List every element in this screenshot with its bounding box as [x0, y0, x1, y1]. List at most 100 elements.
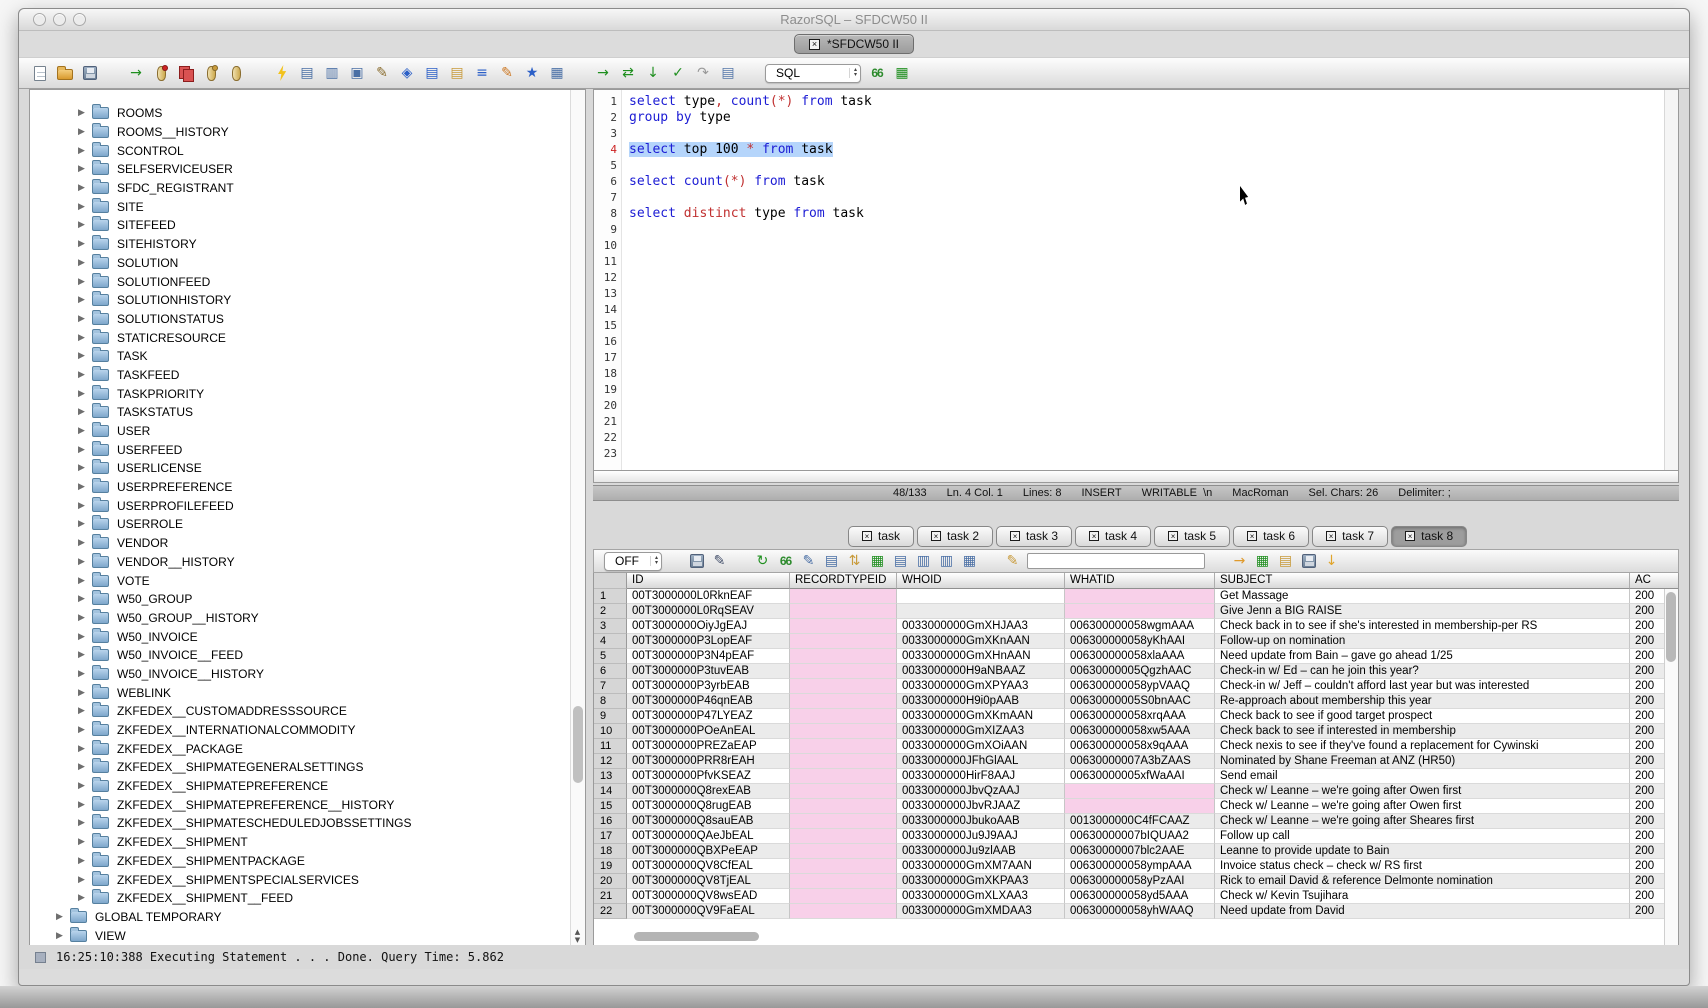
- tree-item-userpreference[interactable]: ▶USERPREFERENCE: [30, 478, 585, 497]
- edit-connection-icon[interactable]: [202, 64, 220, 82]
- cell-id[interactable]: 00T3000000OiyJgEAJ: [627, 619, 790, 634]
- cell-subject[interactable]: Re-approach about membership this year: [1215, 694, 1630, 709]
- cell-subject[interactable]: Rick to email David & reference Delmonte…: [1215, 874, 1630, 889]
- tree-item-zkfedex-shipmategeneralsettings[interactable]: ▶ZKFEDEX__SHIPMATEGENERALSETTINGS: [30, 758, 585, 777]
- results-tab-task[interactable]: ×task: [848, 526, 914, 547]
- disclosure-triangle-icon[interactable]: ▶: [78, 557, 90, 567]
- cell-id[interactable]: 00T3000000P3LopEAF: [627, 634, 790, 649]
- disclosure-triangle-icon[interactable]: ▶: [78, 650, 90, 660]
- cell-id[interactable]: 00T3000000P3yrbEAB: [627, 679, 790, 694]
- column-header-recordtypeid[interactable]: RECORDTYPEID: [790, 573, 897, 589]
- disclosure-triangle-icon[interactable]: ▶: [78, 875, 90, 885]
- cell-whatid[interactable]: 006300000058xw5AAA: [1065, 724, 1215, 739]
- cell-id[interactable]: 00T3000000L0RknEAF: [627, 589, 790, 604]
- disclosure-triangle-icon[interactable]: ▶: [78, 277, 90, 287]
- cell-recordtypeid[interactable]: [790, 739, 897, 754]
- close-tab-icon[interactable]: ×: [1326, 531, 1336, 541]
- cell-whatid[interactable]: 006300000058xlaAAA: [1065, 649, 1215, 664]
- close-tab-icon[interactable]: ×: [1168, 531, 1178, 541]
- cell-recordtypeid[interactable]: [790, 904, 897, 919]
- disclosure-triangle-icon[interactable]: ▶: [78, 669, 90, 679]
- sort-results-icon[interactable]: ⇅: [846, 553, 863, 570]
- cell-id[interactable]: 00T3000000PREZaEAP: [627, 739, 790, 754]
- generate-select-icon[interactable]: ▤: [448, 64, 466, 82]
- results-tab-task-4[interactable]: ×task 4: [1075, 526, 1151, 547]
- close-button[interactable]: [33, 13, 46, 26]
- disclosure-triangle-icon[interactable]: ▶: [78, 818, 90, 828]
- code-line[interactable]: [629, 158, 1664, 174]
- code-line[interactable]: select type, count(*) from task: [629, 94, 1664, 110]
- cell-whoid[interactable]: 0033000000GmXPYAA3: [897, 679, 1065, 694]
- results-vscrollbar[interactable]: [1664, 589, 1678, 946]
- zoom-button[interactable]: [73, 13, 86, 26]
- cell-whoid[interactable]: 0033000000GmXKPAA3: [897, 874, 1065, 889]
- code-line[interactable]: [629, 414, 1664, 430]
- tree-item-staticresource[interactable]: ▶STATICRESOURCE: [30, 328, 585, 347]
- cell-recordtypeid[interactable]: [790, 799, 897, 814]
- results-tab-task-6[interactable]: ×task 6: [1233, 526, 1309, 547]
- cell-rownum[interactable]: 13: [594, 769, 627, 784]
- results-tab-task-8[interactable]: ×task 8: [1391, 526, 1467, 547]
- tree-item-user[interactable]: ▶USER: [30, 422, 585, 441]
- tree-item-userlicense[interactable]: ▶USERLICENSE: [30, 459, 585, 478]
- cell-whatid[interactable]: 00630000005S0bnAAC: [1065, 694, 1215, 709]
- code-line[interactable]: [629, 382, 1664, 398]
- cell-whoid[interactable]: 0033000000GmXMDAA3: [897, 904, 1065, 919]
- tree-scrollbar-thumb[interactable]: [573, 706, 583, 783]
- disclosure-triangle-icon[interactable]: ▶: [78, 351, 90, 361]
- code-line[interactable]: group by type: [629, 110, 1664, 126]
- cell-rownum[interactable]: 4: [594, 634, 627, 649]
- disclosure-triangle-icon[interactable]: ▶: [78, 463, 90, 473]
- cell-subject[interactable]: Follow-up on nomination: [1215, 634, 1630, 649]
- cell-rownum[interactable]: 8: [594, 694, 627, 709]
- cell-id[interactable]: 00T3000000P3N4pEAF: [627, 649, 790, 664]
- tree-item-taskfeed[interactable]: ▶TASKFEED: [30, 366, 585, 385]
- disclosure-triangle-icon[interactable]: ▶: [78, 501, 90, 511]
- tree-item-sitehistory[interactable]: ▶SITEHISTORY: [30, 235, 585, 254]
- tree-view-icon[interactable]: ▤: [823, 553, 840, 570]
- cell-whoid[interactable]: 0033000000GmXM7AAN: [897, 859, 1065, 874]
- cell-subject[interactable]: Need update from David: [1215, 904, 1630, 919]
- execute-all-icon[interactable]: ⇄: [619, 64, 637, 82]
- code-line[interactable]: [629, 446, 1664, 462]
- cell-subject[interactable]: Check-in w/ Ed – can he join this year?: [1215, 664, 1630, 679]
- disclosure-triangle-icon[interactable]: ▶: [78, 295, 90, 305]
- redo-icon[interactable]: ↷: [694, 64, 712, 82]
- cell-whatid[interactable]: 00630000005QgzhAAC: [1065, 664, 1215, 679]
- disclosure-triangle-icon[interactable]: ▶: [78, 220, 90, 230]
- disclosure-triangle-icon[interactable]: ▶: [78, 762, 90, 772]
- cell-recordtypeid[interactable]: [790, 769, 897, 784]
- copy-results-icon[interactable]: ▥: [938, 553, 955, 570]
- tree-item-scontrol[interactable]: ▶SCONTROL: [30, 141, 585, 160]
- cell-whatid[interactable]: 00630000007bIQUAA2: [1065, 829, 1215, 844]
- cell-rownum[interactable]: 10: [594, 724, 627, 739]
- results-tab-task-3[interactable]: ×task 3: [996, 526, 1072, 547]
- cell-recordtypeid[interactable]: [790, 829, 897, 844]
- sql-code-area[interactable]: select type, count(*) from taskgroup by …: [622, 90, 1664, 470]
- cell-rownum[interactable]: 9: [594, 709, 627, 724]
- minimize-button[interactable]: [53, 13, 66, 26]
- disclosure-triangle-icon[interactable]: ▶: [78, 781, 90, 791]
- describe-icon[interactable]: 66: [868, 64, 886, 82]
- disclosure-triangle-icon[interactable]: ▶: [78, 725, 90, 735]
- tree-scroll-buttons[interactable]: ▲▼: [571, 928, 584, 944]
- tree-item-taskpriority[interactable]: ▶TASKPRIORITY: [30, 384, 585, 403]
- tree-scrollbar[interactable]: ▲▼: [570, 90, 585, 946]
- column-header-whatid[interactable]: WHATID: [1065, 573, 1215, 589]
- cell-recordtypeid[interactable]: [790, 649, 897, 664]
- document-tab[interactable]: × *SFDCW50 II: [794, 34, 914, 54]
- code-line[interactable]: [629, 334, 1664, 350]
- connect-icon[interactable]: →: [127, 64, 145, 82]
- cell-subject[interactable]: Give Jenn a BIG RAISE: [1215, 604, 1630, 619]
- cell-recordtypeid[interactable]: [790, 859, 897, 874]
- cell-rownum[interactable]: 21: [594, 889, 627, 904]
- cell-recordtypeid[interactable]: [790, 889, 897, 904]
- tree-item-sfdc-registrant[interactable]: ▶SFDC_REGISTRANT: [30, 179, 585, 198]
- column-header-ac[interactable]: AC: [1630, 573, 1678, 589]
- tree-item-zkfedex-shipment-feed[interactable]: ▶ZKFEDEX__SHIPMENT__FEED: [30, 889, 585, 908]
- tree-item-userfeed[interactable]: ▶USERFEED: [30, 440, 585, 459]
- cell-subject[interactable]: Check w/ Leanne – we're going after Owen…: [1215, 784, 1630, 799]
- format-sql-icon[interactable]: ≡: [473, 64, 491, 82]
- cell-rownum[interactable]: 16: [594, 814, 627, 829]
- next-result-icon[interactable]: →: [1231, 553, 1248, 570]
